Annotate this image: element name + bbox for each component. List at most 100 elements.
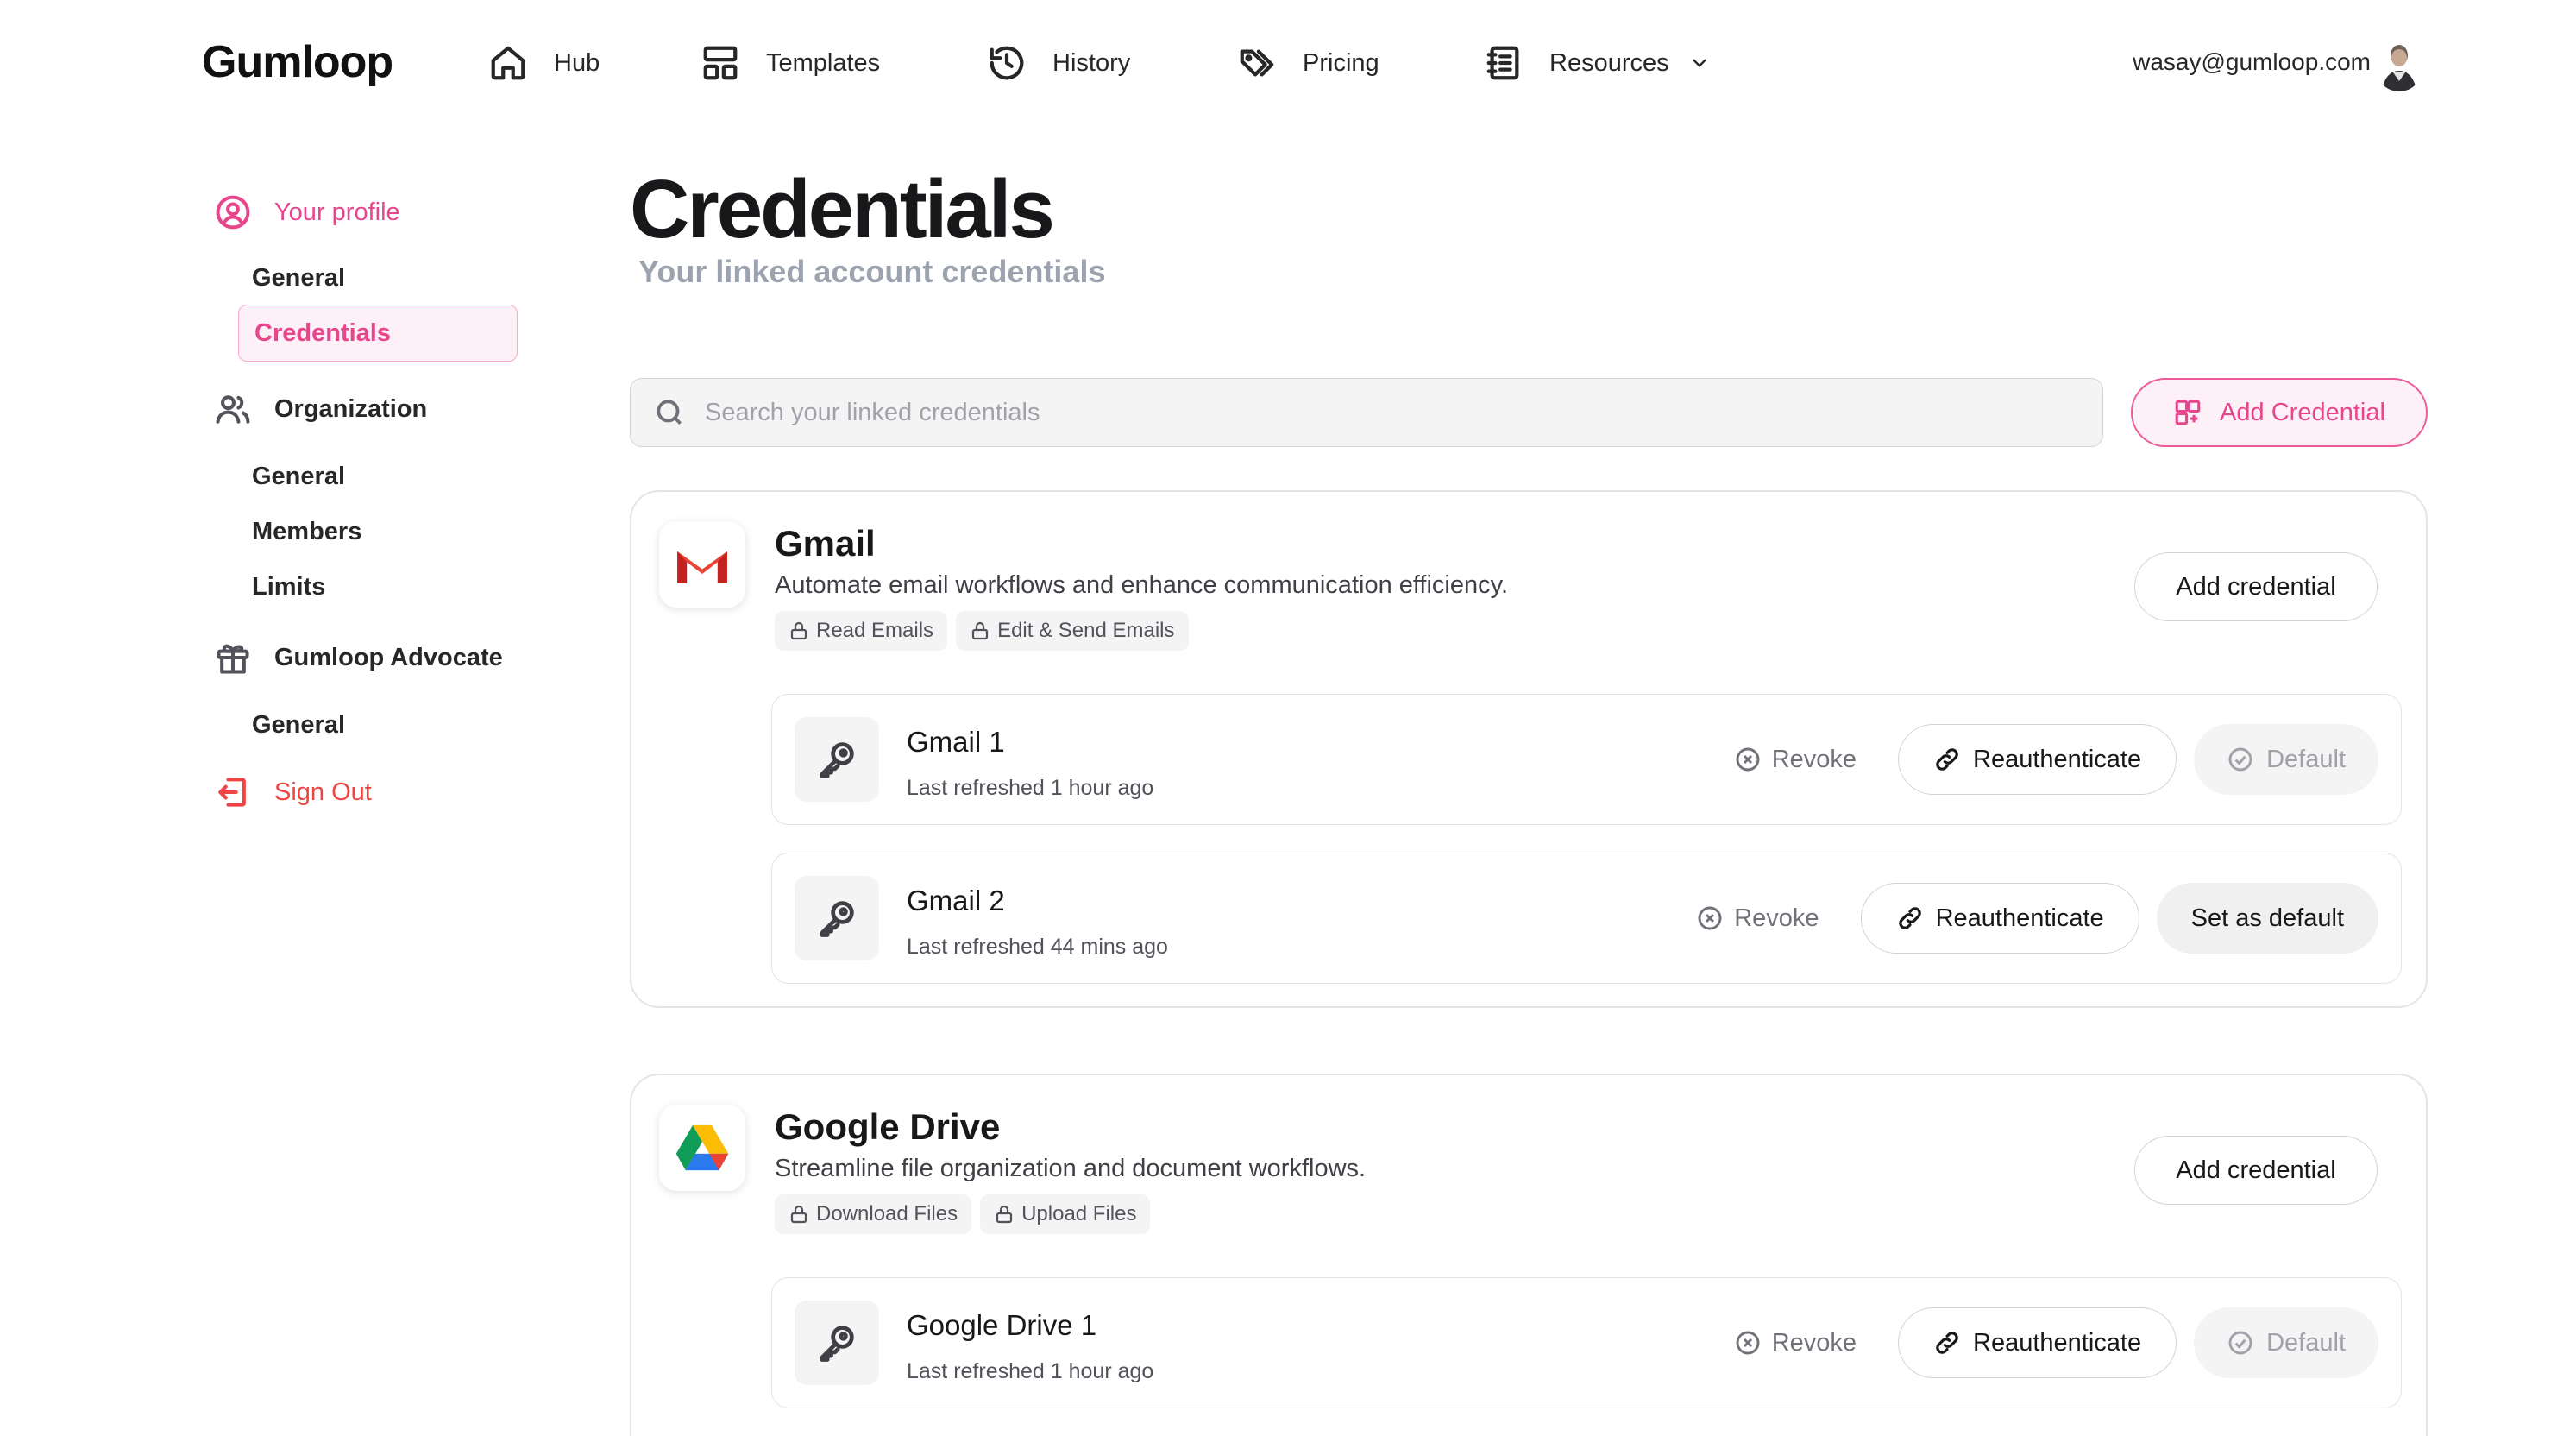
sidebar-item-credentials[interactable]: Credentials	[238, 305, 518, 362]
set-as-default-button[interactable]: Set as default	[2156, 883, 2378, 954]
sidebar-item-org-general[interactable]: General	[252, 463, 345, 491]
credential-refreshed: Last refreshed 1 hour ago	[907, 776, 1154, 800]
sidebar-item-members[interactable]: Members	[252, 518, 361, 546]
sidebar-your-profile-label: Your profile	[274, 198, 400, 226]
google-drive-icon	[675, 1124, 729, 1171]
nav-resources-label: Resources	[1549, 48, 1669, 77]
chevron-down-icon	[1692, 59, 1706, 67]
key-box	[795, 876, 879, 960]
sidebar-item-limits[interactable]: Limits	[252, 573, 325, 601]
scope-label: Edit & Send Emails	[997, 619, 1175, 642]
sidebar-gumloop-advocate-label: Gumloop Advocate	[274, 643, 503, 671]
nav-history-label: History	[1052, 48, 1131, 77]
revoke-label: Revoke	[1734, 904, 1819, 932]
lock-icon	[996, 1205, 1013, 1224]
sidebar-item-advocate-general[interactable]: General	[252, 711, 345, 740]
default-label: Default	[2266, 745, 2346, 773]
home-icon	[491, 46, 525, 80]
notebook-icon	[1486, 46, 1519, 80]
key-icon	[820, 1326, 854, 1362]
reauthenticate-button[interactable]: Reauthenticate	[1898, 724, 2177, 795]
sign-out-icon	[218, 778, 246, 807]
revoke-button[interactable]: Revoke	[1679, 904, 1843, 933]
app-card-google-drive: Google Drive Streamline file organizatio…	[630, 1074, 2428, 1436]
top-navigation: Gumloop Hub Templates History Pricing Re…	[0, 0, 2576, 126]
revoke-label: Revoke	[1771, 1328, 1857, 1357]
check-circle-icon	[2228, 747, 2252, 772]
search-bar	[630, 378, 2103, 447]
gumloop-logo[interactable]: Gumloop	[202, 36, 393, 88]
nav-pricing[interactable]: Pricing	[1237, 38, 1379, 88]
x-circle-icon	[1736, 1331, 1760, 1355]
history-icon	[990, 46, 1024, 80]
reauthenticate-button[interactable]: Reauthenticate	[1860, 883, 2139, 954]
page-subtitle: Your linked account credentials	[638, 254, 1106, 289]
credential-actions: Revoke Reauthenticate Default	[1717, 1307, 2378, 1378]
lock-icon	[790, 1205, 807, 1224]
sign-out-button[interactable]: Sign Out	[214, 773, 372, 811]
scope-list: Download Files Upload Files	[775, 1194, 1151, 1234]
add-credential-label: Add Credential	[2220, 398, 2385, 426]
scope-label: Read Emails	[816, 619, 934, 642]
scope-badge: Read Emails	[775, 611, 948, 651]
nav-history[interactable]: History	[987, 38, 1130, 88]
revoke-label: Revoke	[1771, 745, 1857, 773]
app-name: Gmail	[775, 523, 876, 564]
scope-badge: Upload Files	[980, 1194, 1151, 1234]
sidebar-your-profile[interactable]: Your profile	[214, 193, 400, 231]
credential-name: Gmail 2	[907, 885, 1005, 916]
revoke-button[interactable]: Revoke	[1717, 1329, 1881, 1357]
sidebar-item-profile-general[interactable]: General	[252, 264, 345, 293]
sidebar-organization[interactable]: Organization	[214, 390, 427, 428]
key-box	[795, 717, 879, 802]
reauthenticate-label: Reauthenticate	[1935, 904, 2104, 932]
reauthenticate-button[interactable]: Reauthenticate	[1898, 1307, 2177, 1378]
credential-row: Gmail 2 Last refreshed 44 mins ago Revok…	[771, 853, 2402, 984]
x-circle-icon	[1698, 906, 1722, 930]
nav-hub-label: Hub	[554, 48, 600, 77]
sidebar-gumloop-advocate[interactable]: Gumloop Advocate	[214, 639, 503, 677]
avatar[interactable]	[2374, 38, 2424, 91]
user-email[interactable]: wasay@gumloop.com	[2133, 48, 2371, 76]
check-circle-icon	[2228, 1331, 2252, 1355]
add-credential-button[interactable]: Add Credential	[2131, 378, 2428, 447]
scope-badge: Download Files	[775, 1194, 972, 1234]
scope-list: Read Emails Edit & Send Emails	[775, 611, 1189, 651]
app-name: Google Drive	[775, 1106, 1001, 1147]
lock-icon	[971, 621, 989, 640]
add-credential-gmail-button[interactable]: Add credential	[2134, 552, 2378, 621]
add-credential-drive-button[interactable]: Add credential	[2134, 1136, 2378, 1205]
gmail-icon	[677, 551, 727, 583]
link-icon	[1898, 907, 1921, 929]
credential-refreshed: Last refreshed 44 mins ago	[907, 935, 1168, 959]
key-icon	[820, 901, 854, 937]
nav-pricing-label: Pricing	[1303, 48, 1379, 77]
link-icon	[1936, 748, 1958, 771]
page-title: Credentials	[630, 163, 1055, 255]
add-grid-icon	[2175, 400, 2201, 425]
app-card-gmail: Gmail Automate email workflows and enhan…	[630, 490, 2428, 1008]
nav-resources[interactable]: Resources	[1484, 38, 1711, 88]
default-badge: Default	[2194, 724, 2378, 795]
credential-row: Google Drive 1 Last refreshed 1 hour ago…	[771, 1277, 2402, 1408]
scope-label: Upload Files	[1021, 1202, 1137, 1225]
revoke-button[interactable]: Revoke	[1717, 746, 1881, 774]
search-input[interactable]	[705, 398, 1999, 427]
app-description: Automate email workflows and enhance com…	[775, 571, 1509, 599]
gmail-logo	[659, 521, 745, 608]
google-drive-logo	[659, 1105, 745, 1191]
reauthenticate-label: Reauthenticate	[1973, 1328, 2142, 1357]
nav-templates[interactable]: Templates	[701, 38, 880, 88]
credential-actions: Revoke Reauthenticate Set as default	[1679, 883, 2378, 954]
user-circle-icon	[216, 195, 250, 230]
link-icon	[1936, 1332, 1958, 1354]
lock-icon	[790, 621, 807, 640]
credential-actions: Revoke Reauthenticate Default	[1717, 724, 2378, 795]
credential-name: Gmail 1	[907, 726, 1005, 758]
default-badge: Default	[2194, 1307, 2378, 1378]
scope-badge: Edit & Send Emails	[956, 611, 1189, 651]
nav-hub[interactable]: Hub	[488, 38, 600, 88]
sidebar-organization-label: Organization	[274, 394, 428, 423]
templates-icon	[703, 46, 738, 80]
credential-row: Gmail 1 Last refreshed 1 hour ago Revoke…	[771, 694, 2402, 825]
